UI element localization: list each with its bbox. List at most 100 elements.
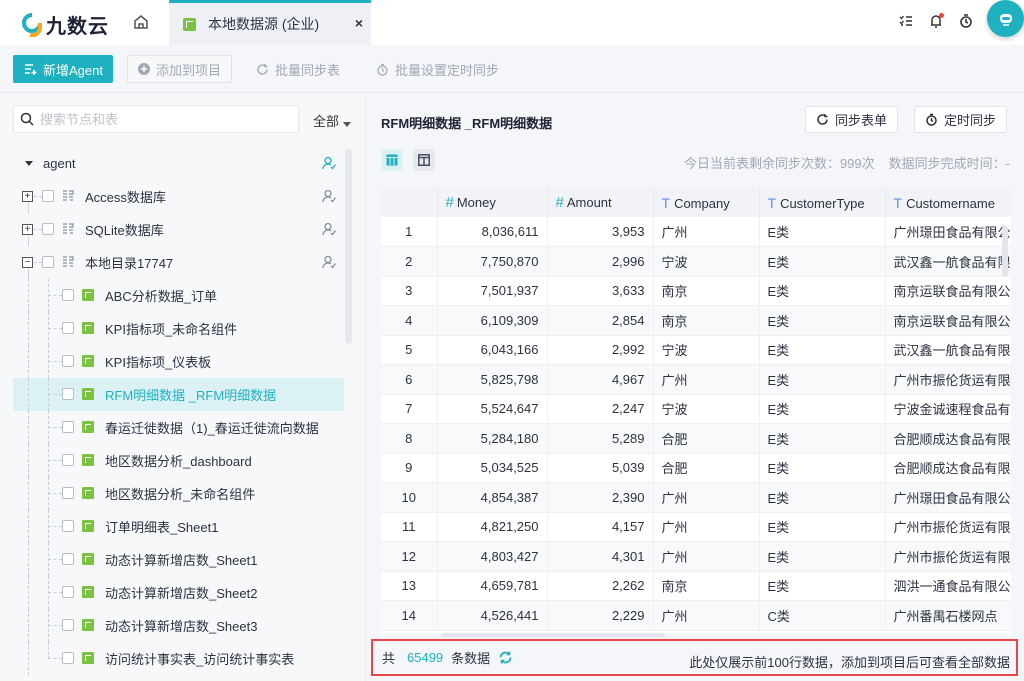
table-cell: E类 bbox=[759, 423, 886, 454]
table-vertical-scrollbar[interactable] bbox=[1002, 225, 1008, 277]
brand-logo[interactable]: 九数云 bbox=[22, 10, 109, 39]
search-box[interactable] bbox=[13, 105, 299, 133]
search-input[interactable] bbox=[40, 111, 280, 127]
tree-item-table[interactable]: KPI指标项_仪表板 bbox=[0, 345, 350, 378]
checkbox[interactable] bbox=[62, 454, 74, 466]
column-header-amount[interactable]: # Amount bbox=[547, 188, 654, 217]
table-cell: 7,501,937 bbox=[437, 276, 548, 306]
tree-item-table[interactable]: 订单明细表_Sheet1 bbox=[0, 510, 350, 543]
close-icon[interactable]: × bbox=[355, 15, 363, 31]
table-row[interactable]: 14 4,526,441 2,229 广州 C类 广州番禺石楼网点 bbox=[381, 600, 1011, 631]
customer-service-button[interactable] bbox=[987, 0, 1024, 37]
tree-item-table[interactable]: RFM明细数据 _RFM明细数据 bbox=[13, 378, 344, 411]
table-horizontal-scrollbar[interactable] bbox=[441, 633, 665, 637]
table-row[interactable]: 2 7,750,870 2,996 宁波 E类 武汉鑫一航食品有限 bbox=[381, 246, 1011, 277]
table-row[interactable]: 6 5,825,798 4,967 广州 E类 广州市振伦货运有限 bbox=[381, 364, 1011, 395]
table-row[interactable]: 13 4,659,781 2,262 南京 E类 泗洪一通食品有限公司 bbox=[381, 571, 1011, 601]
tree-item-table[interactable]: 春运迁徙数据（1)_春运迁徙流向数据 bbox=[0, 411, 350, 444]
column-name: Customername bbox=[906, 195, 995, 211]
table-cell: E类 bbox=[759, 335, 886, 365]
table-row[interactable]: 1 8,036,611 3,953 广州 E类 广州璟田食品有限公司 bbox=[381, 217, 1011, 247]
scheduled-sync-button[interactable]: 定时同步 bbox=[914, 106, 1008, 133]
tree-item-table[interactable]: KPI指标项_未命名组件 bbox=[0, 312, 350, 345]
checkbox[interactable] bbox=[42, 223, 54, 235]
checkbox[interactable] bbox=[62, 619, 74, 631]
tree-scrollbar[interactable] bbox=[345, 149, 352, 344]
tree-item-table[interactable]: 动态计算新增店数_Sheet2 bbox=[0, 576, 350, 609]
sync-form-button[interactable]: 同步表单 bbox=[805, 106, 899, 133]
column-header-company[interactable]: T Company bbox=[653, 188, 760, 217]
table-row[interactable]: 3 7,501,937 3,633 南京 E类 南京运联食品有限公司 bbox=[381, 276, 1011, 306]
collapse-icon[interactable]: − bbox=[22, 257, 33, 268]
tree-item-database[interactable]: + Access数据库 bbox=[0, 180, 350, 213]
checkbox[interactable] bbox=[62, 421, 74, 433]
bell-icon[interactable] bbox=[928, 13, 944, 29]
table-cell: 宁波 bbox=[653, 394, 760, 424]
row-index: 9 bbox=[381, 453, 438, 483]
table-row[interactable]: 12 4,803,427 4,301 广州 E类 广州市振伦货运有限 bbox=[381, 541, 1011, 572]
text-type-icon: T bbox=[661, 194, 671, 211]
table-row[interactable]: 4 6,109,309 2,854 南京 E类 南京运联食品有限公司 bbox=[381, 305, 1011, 336]
batch-schedule-button[interactable]: 批量设置定时同步 bbox=[376, 55, 499, 83]
table-cell: 5,524,647 bbox=[437, 394, 548, 424]
table-row[interactable]: 7 5,524,647 2,247 宁波 E类 宁波金诚速程食品有 bbox=[381, 394, 1011, 424]
table-row[interactable]: 11 4,821,250 4,157 广州 E类 广州市振伦货运有限 bbox=[381, 512, 1011, 542]
database-icon bbox=[62, 190, 74, 202]
checkbox[interactable] bbox=[62, 355, 74, 367]
tree-item-database[interactable]: + SQLite数据库 bbox=[0, 213, 350, 246]
table-view-button[interactable] bbox=[381, 149, 403, 171]
table-row[interactable]: 9 5,034,525 5,039 合肥 E类 合肥顺成达食品有限 bbox=[381, 453, 1011, 483]
table-icon bbox=[82, 421, 94, 433]
tab-local-datasource[interactable]: 本地数据源 (企业) × bbox=[169, 0, 371, 45]
checkbox[interactable] bbox=[62, 586, 74, 598]
table-cell: 4,854,387 bbox=[437, 482, 548, 513]
table-cell: 南京运联食品有限公司 bbox=[885, 305, 1011, 336]
agent-user-icon[interactable] bbox=[322, 255, 337, 269]
agent-user-icon[interactable] bbox=[322, 222, 337, 236]
tree-item-table[interactable]: 地区数据分析_dashboard bbox=[0, 444, 350, 477]
table-row[interactable]: 10 4,854,387 2,390 广州 E类 广州璟田食品有限公司 bbox=[381, 482, 1011, 513]
tree-item-table[interactable]: ABC分析数据_订单 bbox=[0, 279, 350, 312]
batch-sync-button[interactable]: 批量同步表 bbox=[256, 55, 340, 83]
column-header-customername[interactable]: T Customername bbox=[885, 188, 1011, 217]
checkbox[interactable] bbox=[62, 322, 74, 334]
tree-item-table[interactable]: 地区数据分析_未命名组件 bbox=[0, 477, 350, 510]
checkbox[interactable] bbox=[62, 487, 74, 499]
task-list-icon[interactable] bbox=[898, 13, 914, 29]
expand-icon[interactable]: + bbox=[22, 191, 33, 202]
caret-down-icon[interactable] bbox=[25, 161, 33, 166]
agent-user-icon[interactable] bbox=[322, 189, 337, 203]
sync-status: 今日当前表剩余同步次数：999次 数据同步完成时间：- bbox=[684, 153, 1010, 172]
tree-item-root[interactable]: agent bbox=[0, 147, 350, 180]
new-agent-button[interactable]: 新增Agent bbox=[13, 55, 113, 83]
table-cell: 2,262 bbox=[547, 571, 654, 601]
table-row[interactable]: 8 5,284,180 5,289 合肥 E类 合肥顺成达食品有限 bbox=[381, 423, 1011, 454]
tree-item-table[interactable]: 动态计算新增店数_Sheet3 bbox=[0, 609, 350, 642]
column-name: CustomerType bbox=[780, 195, 865, 211]
expand-icon[interactable]: + bbox=[22, 224, 33, 235]
checkbox[interactable] bbox=[62, 652, 74, 664]
column-header-customertype[interactable]: T CustomerType bbox=[759, 188, 886, 217]
checkbox[interactable] bbox=[62, 520, 74, 532]
column-name: Money bbox=[456, 195, 496, 210]
layout-view-button[interactable] bbox=[413, 149, 435, 171]
checkbox[interactable] bbox=[62, 289, 74, 301]
column-header-money[interactable]: # Money bbox=[437, 188, 548, 217]
table-cell: 2,229 bbox=[547, 600, 654, 631]
brand-name: 九数云 bbox=[46, 16, 109, 38]
checkbox[interactable] bbox=[62, 388, 74, 400]
checkbox[interactable] bbox=[42, 256, 54, 268]
refresh-icon[interactable] bbox=[498, 650, 513, 665]
table-row[interactable]: 5 6,043,166 2,992 宁波 E类 武汉鑫一航食品有限 bbox=[381, 335, 1011, 365]
add-to-project-button[interactable]: 添加到项目 bbox=[127, 55, 233, 83]
agent-user-icon[interactable] bbox=[322, 156, 337, 170]
checkbox[interactable] bbox=[62, 553, 74, 565]
home-icon[interactable] bbox=[132, 13, 150, 31]
brand-logo-icon bbox=[22, 12, 42, 37]
timer-icon[interactable] bbox=[958, 13, 974, 29]
tree-item-table[interactable]: 动态计算新增店数_Sheet1 bbox=[0, 543, 350, 576]
tree-item-database[interactable]: − 本地目录17747 bbox=[0, 246, 350, 279]
tree-item-table[interactable]: 访问统计事实表_访问统计事实表 bbox=[0, 642, 350, 675]
checkbox[interactable] bbox=[42, 190, 54, 202]
filter-dropdown[interactable]: 全部 bbox=[313, 111, 352, 130]
